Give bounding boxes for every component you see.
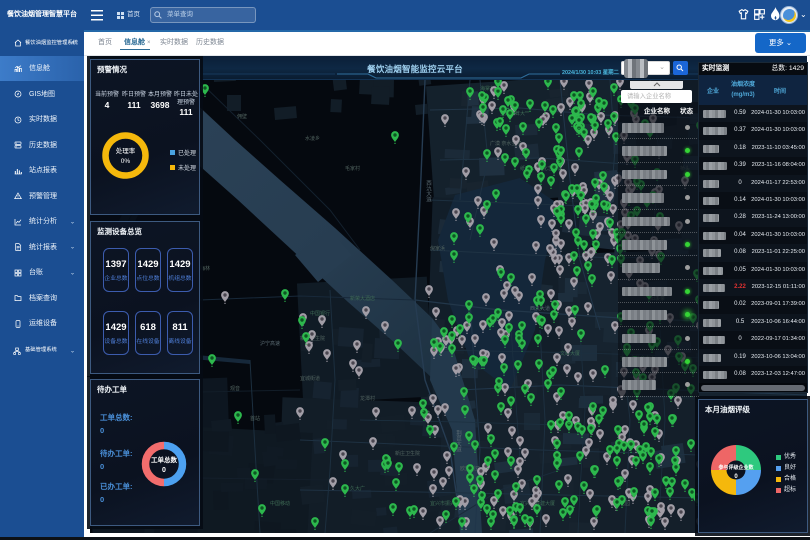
svg-text:西氿大道: 西氿大道: [530, 305, 550, 312]
svg-text:久大广: 久大广: [350, 485, 365, 492]
svg-text:毛家村: 毛家村: [345, 165, 360, 172]
svg-text:水凌乡: 水凌乡: [305, 135, 320, 142]
svg-text:龙潭村: 龙潭村: [360, 395, 375, 402]
svg-text:新荣大酒店: 新荣大酒店: [350, 295, 375, 302]
svg-text:工单总数: 工单总数: [151, 455, 178, 464]
svg-text:0: 0: [162, 467, 166, 474]
svg-text:参与评级企业数: 参与评级企业数: [718, 464, 754, 471]
svg-text:新庄卫生院: 新庄卫生院: [395, 450, 420, 457]
svg-text:佣壁: 佣壁: [237, 113, 247, 120]
svg-text:沪宁高速: 沪宁高速: [260, 340, 280, 347]
svg-text:观音: 观音: [230, 385, 240, 392]
svg-text:西氿大道: 西氿大道: [425, 180, 432, 204]
svg-text:梅林: 梅林: [200, 265, 210, 272]
svg-text:处理率: 处理率: [116, 146, 136, 155]
svg-text:中国移动: 中国移动: [270, 500, 290, 507]
svg-text:首站: 首站: [250, 415, 260, 422]
svg-text:宜城街道: 宜城街道: [300, 375, 320, 382]
svg-text:倪家浜: 倪家浜: [430, 245, 445, 252]
svg-text:0%: 0%: [121, 158, 131, 165]
